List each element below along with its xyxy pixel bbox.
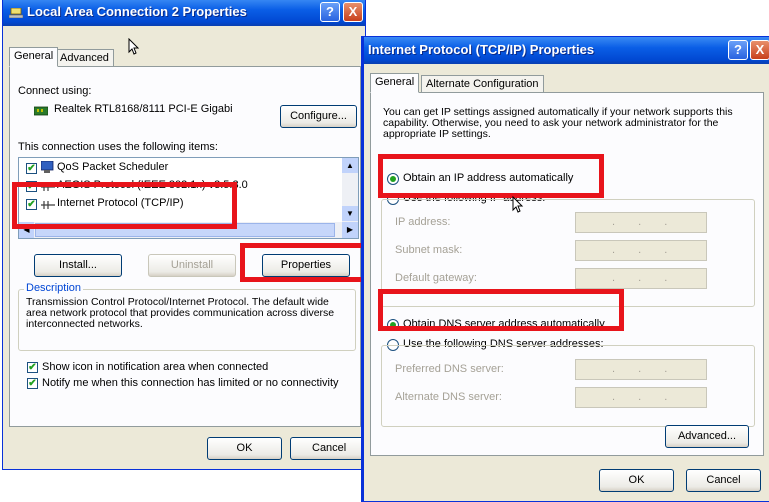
lac-help-button[interactable]: ? [320,2,340,22]
ip-dots: . . . [612,363,678,375]
install-button[interactable]: Install... [34,254,122,277]
lac-window-title: Local Area Connection 2 Properties [27,4,247,19]
qos-checkbox[interactable]: ✔ [26,163,37,174]
network-connection-icon [8,6,24,19]
dns-settings-group [381,345,755,427]
notify-checkbox[interactable]: ✔ [27,378,38,389]
ip-dots: . . . [612,272,678,284]
default-gateway-label: Default gateway: [395,272,477,284]
lac-title-bar[interactable]: Local Area Connection 2 Properties ? X [3,0,365,26]
alternate-dns-label: Alternate DNS server: [395,391,502,403]
advanced-button[interactable]: Advanced... [665,425,749,448]
uninstall-button: Uninstall [148,254,236,277]
tcpip-help-button[interactable]: ? [728,40,748,60]
scroll-right-arrow[interactable]: ▶ [342,222,358,238]
tcpip-close-button[interactable]: X [750,40,769,60]
tcpip-general-panel: You can get IP settings assigned automat… [370,92,764,456]
lac-tab-advanced[interactable]: Advanced [55,49,114,67]
scroll-up-arrow[interactable]: ▲ [342,158,358,173]
default-gateway-field: . . . [575,268,707,289]
lac-ok-button[interactable]: OK [207,437,282,460]
tcpip-ok-button[interactable]: OK [599,469,674,492]
description-text: Transmission Control Protocol/Internet P… [26,296,335,330]
obtain-dns-highlight [378,289,624,331]
ip-dots: . . . [612,216,678,228]
show-icon-label: Show icon in notification area when conn… [42,361,269,373]
ip-address-field: . . . [575,212,707,233]
tcpip-properties-window: Internet Protocol (TCP/IP) Properties ? … [361,36,769,502]
tcpip-window-title: Internet Protocol (TCP/IP) Properties [368,42,595,57]
vertical-scrollbar[interactable]: ▲ ▼ [342,158,358,222]
subnet-mask-field: . . . [575,240,707,261]
items-label: This connection uses the following items… [18,141,218,153]
lac-tab-general[interactable]: General [9,47,59,67]
tcpip-tab-general[interactable]: General [370,73,420,93]
network-adapter-icon [33,106,49,116]
preferred-dns-field: . . . [575,359,707,380]
properties-button-highlight [240,243,368,282]
description-title: Description [24,282,84,294]
ip-address-label: IP address: [395,216,451,228]
tcpip-title-bar[interactable]: Internet Protocol (TCP/IP) Properties ? … [364,37,769,64]
ip-dots: . . . [612,244,678,256]
subnet-mask-label: Subnet mask: [395,244,463,256]
obtain-ip-highlight [378,154,604,198]
info-text: You can get IP settings assigned automat… [383,106,733,140]
connect-using-label: Connect using: [18,85,92,97]
mouse-cursor-icon [128,37,140,56]
preferred-dns-label: Preferred DNS server: [395,363,504,375]
configure-button[interactable]: Configure... [280,105,357,128]
scheduler-icon [40,160,55,173]
list-item[interactable]: ✔ QoS Packet Scheduler [19,160,339,176]
lac-properties-window: Local Area Connection 2 Properties ? X G… [2,0,366,470]
alternate-dns-field: . . . [575,387,707,408]
lac-close-button[interactable]: X [343,2,363,22]
list-item-label: QoS Packet Scheduler [57,161,169,173]
mouse-cursor-icon [512,195,524,214]
tcpip-item-highlight [12,182,237,229]
show-icon-checkbox[interactable]: ✔ [27,362,38,373]
adapter-name: Realtek RTL8168/8111 PCI-E Gigabi [54,103,233,115]
lac-cancel-button[interactable]: Cancel [290,437,365,460]
tcpip-tab-alternate[interactable]: Alternate Configuration [421,75,544,93]
notify-label: Notify me when this connection has limit… [42,377,339,389]
scroll-down-arrow[interactable]: ▼ [342,206,358,221]
ip-dots: . . . [612,391,678,403]
tcpip-cancel-button[interactable]: Cancel [686,469,761,492]
